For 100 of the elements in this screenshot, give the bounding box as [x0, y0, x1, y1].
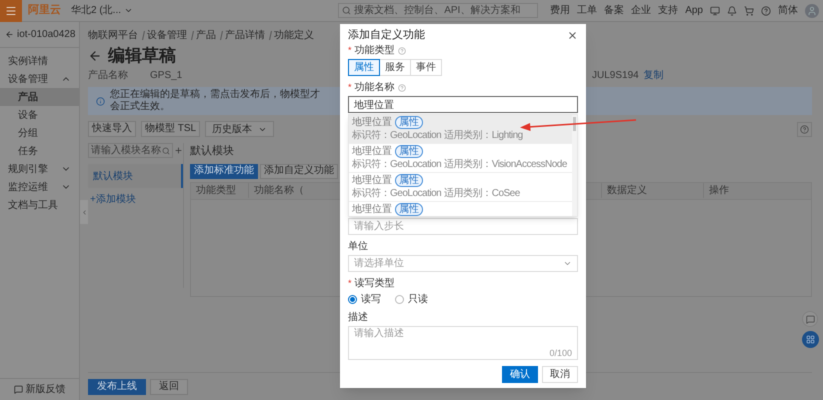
- module-item[interactable]: 默认模块: [88, 164, 183, 188]
- suggestion-identifier: 标识符：GeoLocation: [352, 130, 442, 142]
- help-button[interactable]: [797, 122, 812, 136]
- language-link[interactable]: 简体: [778, 3, 798, 18]
- required-mark: *: [348, 44, 352, 57]
- dialog-title: 添加自定义功能: [348, 28, 425, 44]
- chevron-down-icon: [563, 259, 572, 268]
- footer-button[interactable]: 发布上线: [88, 378, 146, 394]
- sidebar-item[interactable]: 分组: [0, 124, 79, 142]
- chat-icon: [806, 314, 814, 324]
- radio-option[interactable]: 只读: [395, 292, 428, 306]
- chat-button[interactable]: [802, 311, 818, 327]
- property-tag: 属性: [395, 116, 423, 129]
- menu-button[interactable]: [0, 0, 22, 22]
- breadcrumb-link[interactable]: 产品详情: [225, 28, 265, 42]
- bell-icon[interactable]: [727, 6, 737, 16]
- type-option[interactable]: 服务: [379, 59, 411, 76]
- search-icon: [342, 6, 352, 15]
- unit-select[interactable]: 请选择单位: [348, 255, 578, 272]
- suggestion-category: 适用类别：VisionAccessNode: [444, 159, 567, 171]
- nav-link[interactable]: 费用: [550, 3, 570, 18]
- back-arrow-icon: [5, 30, 14, 39]
- breadcrumb-link[interactable]: 功能定义: [274, 28, 314, 42]
- back-link[interactable]: iot-010a0428: [0, 22, 79, 48]
- info-text: 您正在编辑的是草稿，需点击发布后，物模型才会正式生效。: [110, 89, 321, 113]
- field-label: 描述: [348, 311, 368, 324]
- confirm-button[interactable]: 确认: [502, 366, 538, 383]
- plus-icon[interactable]: [174, 146, 183, 155]
- section-heading: 默认模块: [190, 144, 234, 159]
- cancel-button[interactable]: 取消: [542, 366, 578, 383]
- required-mark: *: [348, 276, 352, 290]
- copy-link[interactable]: 复制: [644, 68, 664, 82]
- suggestion-item[interactable]: 地理位置 属性 标识符：GeoLocation 适用类别：VisionAccessNode: [349, 144, 572, 173]
- breadcrumb-link[interactable]: 产品: [196, 28, 216, 42]
- avatar[interactable]: [805, 4, 819, 18]
- nav-link[interactable]: 工单: [577, 3, 598, 18]
- property-tag: 属性: [395, 174, 423, 187]
- description-field[interactable]: 请输入描述 0/100: [348, 326, 578, 360]
- field-label: 读写类型: [354, 277, 395, 290]
- name-field[interactable]: 地理位置: [348, 96, 578, 113]
- add-module-link[interactable]: +添加模块: [88, 192, 183, 207]
- suggestion-item[interactable]: 地理位置 属性: [349, 202, 572, 216]
- collapse-handle[interactable]: [80, 200, 88, 224]
- step-field[interactable]: 请输入步长: [348, 218, 578, 235]
- nav-link[interactable]: App: [685, 3, 703, 18]
- character-count: 0/100: [549, 348, 572, 358]
- sidebar-group[interactable]: 监控运维: [0, 178, 79, 196]
- dropdown-scrollbar[interactable]: [572, 115, 577, 216]
- close-icon[interactable]: [567, 30, 578, 41]
- type-option[interactable]: 属性: [348, 59, 380, 76]
- monitor-icon[interactable]: [710, 6, 720, 16]
- breadcrumb-separator: [218, 30, 223, 40]
- cart-icon[interactable]: [744, 6, 754, 16]
- version-dropdown[interactable]: 历史版本: [205, 121, 274, 137]
- module-search-field[interactable]: 请输入模块名称: [88, 143, 173, 158]
- suggestion-item[interactable]: 地理位置 属性 标识符：GeoLocation 适用类别：Lighting: [349, 115, 572, 144]
- sidebar-item[interactable]: 文档与工具: [0, 196, 79, 214]
- column-header: 操作: [703, 183, 729, 198]
- description-input[interactable]: 请输入描述: [354, 328, 572, 348]
- breadcrumb-separator: [189, 30, 194, 40]
- breadcrumb-link[interactable]: 设备管理: [147, 28, 187, 42]
- module-search-input[interactable]: 请输入模块名称: [91, 143, 162, 158]
- sidebar-item[interactable]: 设备: [0, 106, 79, 124]
- suggestion-category: 适用类别：Lighting: [444, 130, 523, 142]
- sidebar-item[interactable]: 实例详情: [0, 52, 79, 70]
- toolbar-button[interactable]: 物模型 TSL: [141, 121, 200, 137]
- breadcrumb-link[interactable]: 物联网平台: [88, 28, 138, 42]
- region-selector[interactable]: 华北2 (北...: [71, 3, 134, 18]
- nav-link[interactable]: 支持: [658, 3, 678, 18]
- apps-button[interactable]: [802, 331, 819, 348]
- menu-icon: [5, 4, 17, 16]
- breadcrumb-separator: [140, 30, 145, 40]
- breadcrumb-separator: [267, 30, 272, 40]
- nav-link[interactable]: 企业: [631, 3, 652, 18]
- sidebar-group[interactable]: 设备管理: [0, 70, 79, 88]
- action-button[interactable]: 添加标准功能: [190, 164, 258, 178]
- help-icon[interactable]: [398, 46, 406, 54]
- suggestion-name: 地理位置: [352, 204, 392, 216]
- sidebar-item[interactable]: 任务: [0, 142, 79, 160]
- property-tag: 属性: [395, 203, 423, 216]
- footer-button[interactable]: 返回: [150, 378, 188, 394]
- field-label: 单位: [348, 240, 368, 253]
- suggestion-identifier: 标识符：GeoLocation: [352, 188, 442, 200]
- suggestion-name: 地理位置: [352, 146, 392, 158]
- action-button[interactable]: 添加自定义功能: [260, 164, 338, 178]
- sidebar-item[interactable]: 产品: [0, 88, 79, 106]
- type-option[interactable]: 事件: [410, 59, 442, 76]
- required-mark: *: [348, 80, 352, 94]
- field-value: GPS_1: [150, 68, 182, 82]
- toolbar-button[interactable]: 快速导入: [88, 121, 136, 137]
- help-icon[interactable]: [761, 6, 771, 16]
- suggestion-item[interactable]: 地理位置 属性 标识符：GeoLocation 适用类别：CoSee: [349, 173, 572, 202]
- help-icon: [800, 124, 809, 134]
- help-icon[interactable]: [398, 84, 406, 92]
- column-header: 数据定义: [601, 183, 703, 198]
- sidebar-group[interactable]: 规则引擎: [0, 160, 79, 178]
- radio-option[interactable]: 读写: [348, 292, 381, 306]
- info-icon: [96, 96, 105, 106]
- nav-link[interactable]: 备案: [604, 3, 624, 18]
- feedback-link[interactable]: 新版反馈: [0, 378, 79, 400]
